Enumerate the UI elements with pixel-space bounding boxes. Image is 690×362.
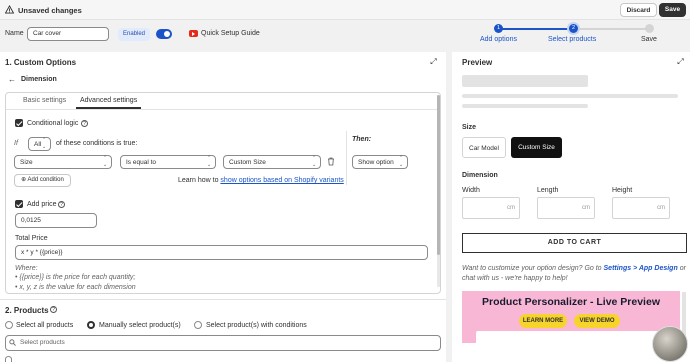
products-heading: 2. Products <box>5 306 49 315</box>
then-divider <box>346 131 347 185</box>
avatar[interactable] <box>652 326 688 362</box>
match-suffix: of these conditions is true: <box>56 140 138 147</box>
radio-conditions[interactable] <box>194 321 202 329</box>
search-icon <box>9 339 16 346</box>
text-skeleton <box>462 94 678 98</box>
condition-field-select[interactable]: Size <box>14 155 112 169</box>
help-icon[interactable]: ? <box>81 120 88 127</box>
expand-icon[interactable]: ⤢ <box>676 57 685 66</box>
radio-partial[interactable] <box>5 356 12 362</box>
radio-manual-select[interactable] <box>87 321 95 329</box>
banner-screenshot <box>476 331 666 343</box>
width-unit: cm <box>507 205 515 211</box>
progress-steps: 1 2 3 Add options Select products Save <box>475 24 690 48</box>
note-dimensions: x, y, z is the value for each dimension <box>19 284 136 291</box>
warning-icon <box>5 5 14 14</box>
unsaved-changes-title: Unsaved changes <box>18 6 82 15</box>
customize-note: Want to customize your option design? Go… <box>462 264 686 284</box>
add-condition-button[interactable]: ⊕ Add condition <box>14 174 71 187</box>
note-item: • {{price}} is the price for each quanti… <box>15 274 136 281</box>
add-to-cart-button[interactable]: ADD TO CART <box>462 233 687 253</box>
step-connector <box>577 28 648 30</box>
banner-learn-more-button[interactable]: LEARN MORE <box>519 314 567 328</box>
radio-manual-select-label: Manually select product(s) <box>99 322 181 329</box>
banner-view-demo-button[interactable]: VIEW DEMO <box>574 314 620 328</box>
if-label: If <box>14 140 18 147</box>
promo-banner[interactable]: Product Personalizer - Live Preview LEAR… <box>462 291 680 343</box>
length-label: Length <box>537 187 559 194</box>
note-price: {{price}} is the price for each quantity… <box>19 274 136 281</box>
app-design-link[interactable]: Settings > App Design <box>604 265 678 272</box>
then-action-select[interactable]: Show option <box>352 155 408 169</box>
save-button[interactable]: Save <box>659 3 686 17</box>
width-input[interactable]: cm <box>462 197 520 219</box>
length-input[interactable]: cm <box>537 197 595 219</box>
conditional-logic-checkbox[interactable] <box>15 119 23 127</box>
scrollbar-thumb[interactable] <box>437 95 440 255</box>
radio-select-all[interactable] <box>5 321 13 329</box>
step-3-dot: 3 <box>645 24 654 33</box>
size-label: Size <box>462 124 477 131</box>
condition-operator-select[interactable]: Is equal to <box>120 155 216 169</box>
banner-title: Product Personalizer - Live Preview <box>482 296 660 308</box>
option-settings-card: Basic settings Advanced settings Conditi… <box>5 92 441 294</box>
preview-heading: Preview <box>462 58 493 67</box>
step-2-dot: 2 <box>569 24 578 33</box>
condition-value-select[interactable]: Custom Size <box>223 155 321 169</box>
radio-select-all-label: Select all products <box>16 322 74 329</box>
learn-prefix: Learn how to <box>178 177 221 184</box>
tab-basic-settings[interactable]: Basic settings <box>19 95 70 109</box>
height-unit: cm <box>657 205 665 211</box>
size-option-custom-size[interactable]: Custom Size <box>511 137 562 158</box>
total-price-formula-input[interactable]: x * y * {{price}} <box>15 245 428 260</box>
length-unit: cm <box>582 205 590 211</box>
discard-button[interactable]: Discard <box>620 3 657 17</box>
name-input[interactable]: Car cover <box>27 27 109 41</box>
status-badge: Enabled <box>118 28 150 41</box>
back-arrow-icon[interactable]: ← <box>8 75 16 84</box>
variants-help-link[interactable]: show options based on Shopify variants <box>220 177 343 184</box>
step-1-label[interactable]: Add options <box>480 36 517 43</box>
step-1-dot: 1 <box>494 24 503 33</box>
customize-prefix: Want to customize your option design? Go… <box>462 265 604 272</box>
step-3-label[interactable]: Save <box>641 36 657 43</box>
learn-more-text: Learn how to show options based on Shopi… <box>178 177 344 184</box>
expand-icon[interactable]: ⤢ <box>429 57 438 66</box>
trash-icon[interactable] <box>327 157 335 166</box>
add-price-label: Add price <box>27 201 57 208</box>
tab-divider <box>6 109 440 110</box>
size-option-car-model[interactable]: Car Model <box>462 137 506 158</box>
help-icon[interactable]: ? <box>58 201 65 208</box>
top-bar: Unsaved changes Discard Save <box>0 0 690 20</box>
settings-scrollbar[interactable] <box>437 95 440 287</box>
name-label: Name <box>5 30 24 37</box>
custom-options-heading: 1. Custom Options <box>5 58 77 67</box>
step-connector <box>501 28 572 30</box>
add-price-checkbox[interactable] <box>15 200 23 208</box>
youtube-icon <box>189 30 198 37</box>
option-name: Dimension <box>21 76 57 83</box>
tab-advanced-settings[interactable]: Advanced settings <box>76 95 142 109</box>
note-item: • x, y, z is the value for each dimensio… <box>15 284 136 291</box>
section-divider <box>0 299 446 300</box>
conditional-logic-label: Conditional logic <box>27 120 79 127</box>
width-label: Width <box>462 187 480 194</box>
step-2-label[interactable]: Select products <box>548 36 596 43</box>
radio-conditions-label: Select product(s) with conditions <box>206 322 307 329</box>
then-label: Then: <box>352 136 372 143</box>
dimension-label: Dimension <box>462 172 498 179</box>
price-input[interactable]: 0,0125 <box>15 213 97 228</box>
quick-setup-guide-link[interactable]: Quick Setup Guide <box>201 30 260 37</box>
title-skeleton <box>462 75 588 87</box>
height-input[interactable]: cm <box>612 197 670 219</box>
add-condition-label: Add condition <box>27 177 64 183</box>
height-label: Height <box>612 187 633 194</box>
help-icon[interactable]: ? <box>50 306 57 313</box>
text-skeleton <box>462 104 588 108</box>
match-select[interactable]: All <box>28 137 51 151</box>
where-label: Where: <box>15 265 38 272</box>
enabled-toggle[interactable] <box>156 29 172 39</box>
total-price-label: Total Price <box>15 235 48 242</box>
product-search-input[interactable]: Select products <box>5 335 441 351</box>
